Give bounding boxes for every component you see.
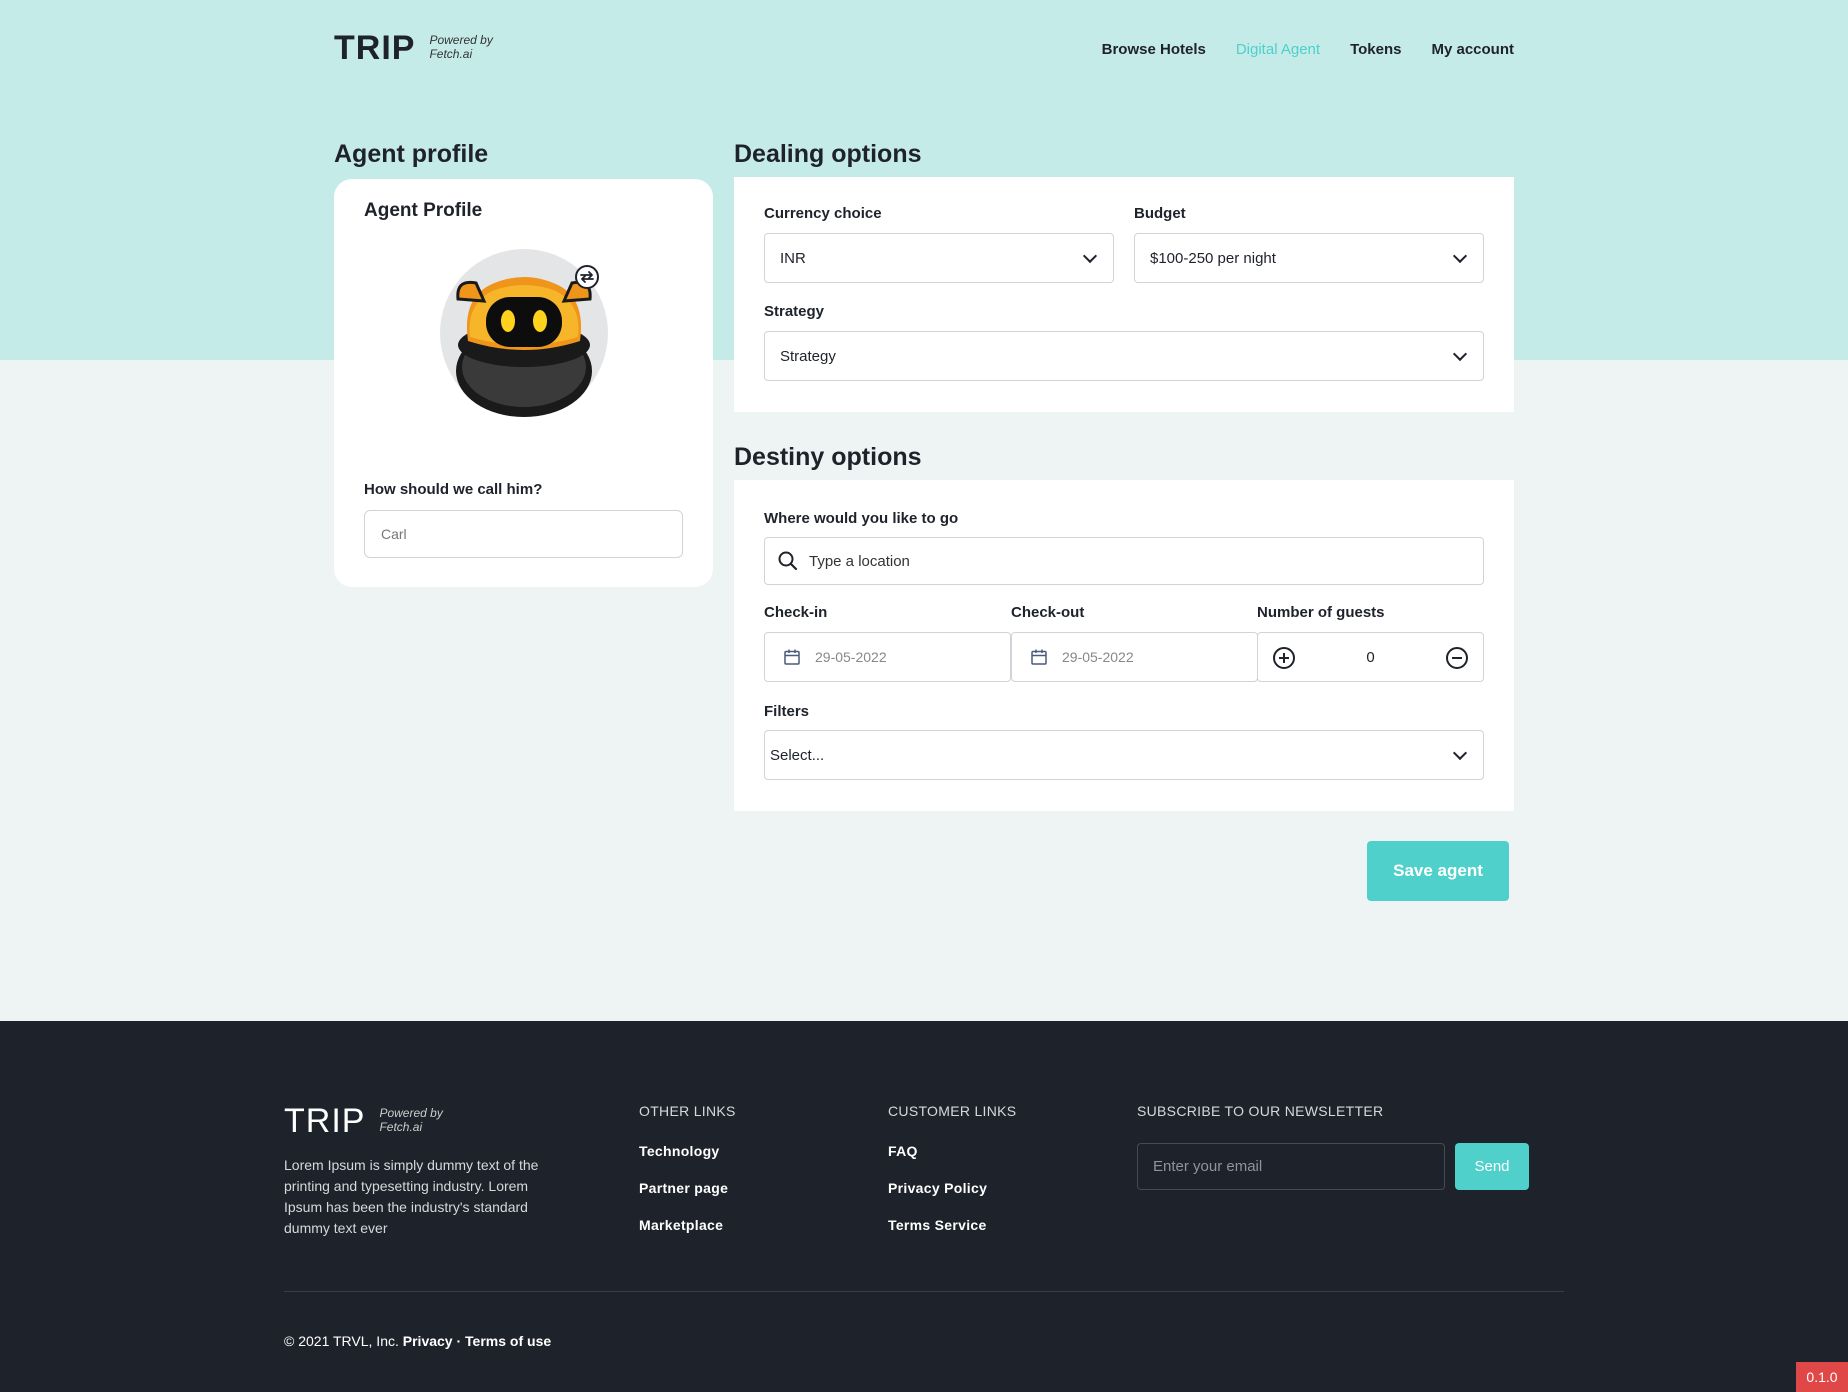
footer-powered-by-line1: Powered by xyxy=(379,1106,443,1120)
link-technology[interactable]: Technology xyxy=(639,1143,720,1159)
budget-select[interactable]: $100-250 per night xyxy=(1134,233,1484,283)
strategy-select[interactable]: Strategy xyxy=(764,331,1484,381)
destiny-options-panel: Where would you like to go Type a locati… xyxy=(734,480,1514,811)
powered-by-line1: Powered by xyxy=(429,33,493,47)
link-separator: · xyxy=(452,1333,466,1349)
location-label: Where would you like to go xyxy=(764,510,959,527)
checkout-label: Check-out xyxy=(1011,604,1085,621)
copyright: © 2021 TRVL, Inc. Privacy · Terms of use xyxy=(284,1333,551,1349)
link-terms-service[interactable]: Terms Service xyxy=(888,1217,987,1233)
dealing-options-heading: Dealing options xyxy=(734,140,922,168)
checkin-value: 29-05-2022 xyxy=(815,649,887,665)
terms-of-use-link[interactable]: Terms of use xyxy=(465,1333,551,1349)
currency-value: INR xyxy=(780,249,806,267)
guests-stepper[interactable]: 0 xyxy=(1257,632,1484,682)
logo[interactable]: TRIP Powered by Fetch.ai xyxy=(334,30,493,66)
footer-powered-by: Powered by Fetch.ai xyxy=(379,1106,442,1134)
link-marketplace[interactable]: Marketplace xyxy=(639,1217,723,1233)
main-nav: Browse Hotels Digital Agent Tokens My ac… xyxy=(1102,41,1514,58)
link-faq[interactable]: FAQ xyxy=(888,1143,918,1159)
site-header: TRIP Powered by Fetch.ai Browse Hotels D… xyxy=(334,30,1514,70)
footer-powered-by-line2: Fetch.ai xyxy=(379,1120,423,1134)
nav-tokens[interactable]: Tokens xyxy=(1350,41,1401,58)
minus-circle-icon[interactable] xyxy=(1445,646,1469,670)
chevron-down-icon xyxy=(1452,745,1468,761)
calendar-icon xyxy=(784,649,800,665)
powered-by-line2: Fetch.ai xyxy=(429,47,473,61)
customer-links-title: CUSTOMER LINKS xyxy=(888,1103,1017,1119)
currency-select[interactable]: INR xyxy=(764,233,1114,283)
nav-my-account[interactable]: My account xyxy=(1431,41,1514,58)
link-partner-page[interactable]: Partner page xyxy=(639,1180,728,1196)
save-agent-button[interactable]: Save agent xyxy=(1367,841,1509,901)
checkin-date[interactable]: 29-05-2022 xyxy=(764,632,1011,682)
guests-label: Number of guests xyxy=(1257,604,1385,621)
agent-name-label: How should we call him? xyxy=(364,481,543,498)
agent-card-title: Agent Profile xyxy=(364,200,483,221)
chevron-down-icon xyxy=(1082,248,1098,264)
privacy-link[interactable]: Privacy xyxy=(403,1333,453,1349)
budget-label: Budget xyxy=(1134,205,1186,222)
currency-label: Currency choice xyxy=(764,205,882,222)
footer-logo[interactable]: TRIP Powered by Fetch.ai xyxy=(284,1103,443,1139)
agent-profile-heading: Agent profile xyxy=(334,140,489,168)
dealing-options-panel: Currency choice INR Budget $100-250 per … xyxy=(734,177,1514,412)
plus-circle-icon[interactable] xyxy=(1272,646,1296,670)
checkout-value: 29-05-2022 xyxy=(1062,649,1134,665)
strategy-value: Strategy xyxy=(780,347,836,365)
filters-select[interactable]: Select... xyxy=(764,730,1484,780)
budget-value: $100-250 per night xyxy=(1150,249,1276,267)
other-links-title: OTHER LINKS xyxy=(639,1103,736,1119)
location-placeholder: Type a location xyxy=(809,552,910,570)
location-search[interactable]: Type a location xyxy=(764,537,1484,585)
copyright-text: © 2021 TRVL, Inc. xyxy=(284,1333,399,1349)
powered-by: Powered by Fetch.ai xyxy=(429,33,492,61)
chevron-down-icon xyxy=(1452,248,1468,264)
search-icon xyxy=(778,551,798,571)
chevron-down-icon xyxy=(1452,346,1468,362)
nav-browse-hotels[interactable]: Browse Hotels xyxy=(1102,41,1206,58)
agent-name-input[interactable] xyxy=(364,510,683,558)
logo-text: TRIP xyxy=(334,29,416,67)
swap-avatar-icon[interactable] xyxy=(574,264,600,290)
version-badge: 0.1.0 xyxy=(1796,1362,1848,1392)
footer-logo-text: TRIP xyxy=(284,1102,366,1140)
filters-value: Select... xyxy=(770,746,825,764)
newsletter-email-input[interactable] xyxy=(1137,1143,1445,1190)
calendar-icon xyxy=(1031,649,1047,665)
nav-digital-agent[interactable]: Digital Agent xyxy=(1236,41,1320,58)
destiny-options-heading: Destiny options xyxy=(734,443,922,471)
filters-label: Filters xyxy=(764,703,810,720)
site-footer: TRIP Powered by Fetch.ai Lorem Ipsum is … xyxy=(0,1021,1848,1392)
checkin-label: Check-in xyxy=(764,604,828,621)
newsletter-title: SUBSCRIBE TO OUR NEWSLETTER xyxy=(1137,1103,1384,1119)
agent-profile-card: Agent Profile How should we call him? xyxy=(334,179,713,587)
link-privacy-policy[interactable]: Privacy Policy xyxy=(888,1180,987,1196)
footer-description: Lorem Ipsum is simply dummy text of the … xyxy=(284,1157,539,1236)
newsletter-send-button[interactable]: Send xyxy=(1455,1143,1529,1190)
checkout-date[interactable]: 29-05-2022 xyxy=(1011,632,1258,682)
footer-divider xyxy=(284,1291,1564,1292)
strategy-label: Strategy xyxy=(764,303,825,320)
